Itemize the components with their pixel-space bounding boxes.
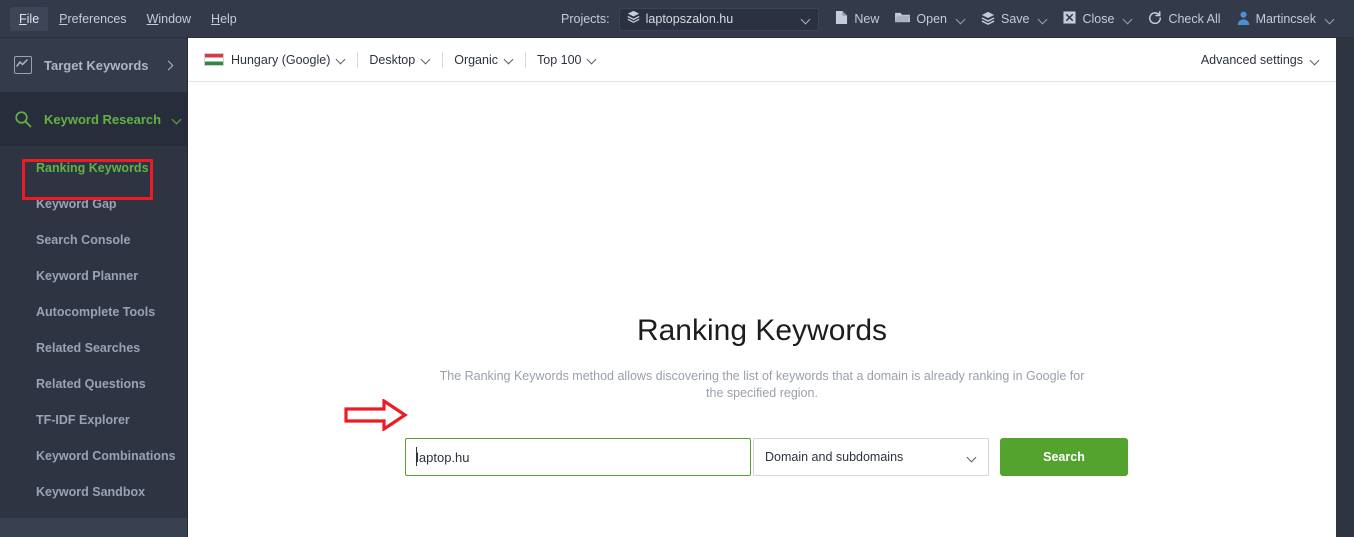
menu-items: File Preferences Window Help [0,6,246,31]
sidebar-item-search-console[interactable]: Search Console [0,222,187,258]
toolbar-save-caret[interactable] [1037,10,1055,29]
chevron-down-icon [337,55,346,64]
folder-icon [895,11,911,27]
search-button[interactable]: Search [1000,438,1128,476]
filter-device[interactable]: Desktop [358,53,442,67]
sidebar-submenu: Ranking Keywords Keyword Gap Search Cons… [0,146,187,510]
sidebar-item-keyword-planner[interactable]: Keyword Planner [0,258,187,294]
projects-label: Projects: [561,12,610,26]
toolbar-save-label: Save [1000,12,1030,26]
hungary-flag-icon [204,53,224,66]
top-toolbar: New Open Save Close Check All Martincsek [827,0,1342,38]
toolbar-check-all-label: Check All [1168,12,1221,26]
filter-device-label: Desktop [369,52,416,67]
sidebar-item-autocomplete-tools[interactable]: Autocomplete Tools [0,294,187,330]
filter-bar: Hungary (Google) Desktop Organic Top 100… [188,38,1336,82]
sidebar-bottom-section[interactable] [0,518,187,537]
menu-item-help[interactable]: Help [202,7,246,31]
toolbar-close-caret[interactable] [1122,10,1140,29]
chevron-down-icon [505,55,514,64]
user-icon [1237,11,1250,28]
menu-item-window[interactable]: Window [138,7,200,31]
toolbar-close-label: Close [1082,12,1115,26]
filter-depth-label: Top 100 [537,52,582,67]
chevron-down-icon [802,15,811,24]
stack-icon [981,11,995,28]
chevron-down-icon [968,453,977,462]
sidebar-item-tf-idf-explorer[interactable]: TF-IDF Explorer [0,402,187,438]
menu-item-file[interactable]: File [10,6,49,31]
toolbar-open-button[interactable]: Open [887,6,955,32]
projects-area: Projects: laptopszalon.hu [561,0,819,38]
menu-label-window-rest: indow [158,11,192,26]
toolbar-user-caret[interactable] [1324,10,1342,29]
chevron-right-icon [164,61,173,70]
filter-country[interactable]: Hungary (Google) [204,53,357,67]
sidebar-section-research-label: Keyword Research [44,111,162,127]
toolbar-user-button[interactable]: Martincsek [1229,6,1324,33]
domain-input-wrap [405,438,751,476]
filter-country-label: Hungary (Google) [231,52,331,67]
sidebar-section-target-label: Target Keywords [44,57,149,73]
scope-select[interactable]: Domain and subdomains [753,438,989,476]
toolbar-user-label: Martincsek [1255,12,1316,26]
scope-select-value: Domain and subdomains [765,450,904,464]
toolbar-check-all-button[interactable]: Check All [1140,6,1228,33]
filter-result-type[interactable]: Organic [443,53,525,67]
menu-bar: File Preferences Window Help Projects: l… [0,0,1354,38]
chevron-down-icon [1311,56,1320,65]
toolbar-new-label: New [854,12,880,26]
chevron-down-icon [1124,15,1133,24]
content-area: Ranking Keywords The Ranking Keywords me… [188,82,1336,537]
menu-accel-file: F [19,11,27,26]
search-icon [14,110,32,128]
chevron-down-icon [957,15,966,24]
file-icon [835,10,848,28]
main-panel: Hungary (Google) Desktop Organic Top 100… [188,38,1336,537]
application-window: File Preferences Window Help Projects: l… [0,0,1354,537]
toolbar-save-button[interactable]: Save [973,6,1038,33]
sidebar-item-keyword-sandbox[interactable]: Keyword Sandbox [0,474,187,510]
menu-accel-preferences: P [59,11,68,26]
sidebar-item-keyword-gap[interactable]: Keyword Gap [0,186,187,222]
toolbar-open-caret[interactable] [955,10,973,29]
chevron-down-icon [422,55,431,64]
page-description: The Ranking Keywords method allows disco… [439,369,1085,400]
sidebar-section-keyword-research[interactable]: Keyword Research [0,92,187,146]
refresh-icon [1148,10,1162,28]
toolbar-close-button[interactable]: Close [1055,6,1122,32]
advanced-settings-toggle[interactable]: Advanced settings [1201,38,1320,82]
sidebar: Target Keywords Keyword Research Ranking… [0,38,188,537]
menu-accel-help: H [211,11,221,26]
stack-icon [627,10,640,28]
chevron-down-icon [1326,15,1335,24]
advanced-settings-label: Advanced settings [1200,53,1303,67]
toolbar-new-button[interactable]: New [827,5,887,33]
menu-label-file-rest: ile [26,11,40,26]
filter-result-type-label: Organic [454,52,498,67]
toolbar-open-label: Open [916,12,947,26]
filter-depth[interactable]: Top 100 [526,53,608,67]
chevron-down-icon [1039,15,1048,24]
search-form: Domain and subdomains Search [405,438,1128,476]
sidebar-item-keyword-combinations[interactable]: Keyword Combinations [0,438,187,474]
chart-box-icon [14,56,32,74]
project-select-value: laptopszalon.hu [645,12,734,26]
project-select[interactable]: laptopszalon.hu [618,7,819,31]
text-cursor [416,447,417,466]
sidebar-item-related-searches[interactable]: Related Searches [0,330,187,366]
sidebar-item-ranking-keywords[interactable]: Ranking Keywords [0,150,187,186]
page-title: Ranking Keywords [636,314,888,347]
sidebar-section-target-keywords[interactable]: Target Keywords [0,38,187,92]
sidebar-item-related-questions[interactable]: Related Questions [0,366,187,402]
domain-input[interactable] [405,438,751,476]
menu-label-preferences-rest: references [67,11,127,26]
menu-item-preferences[interactable]: Preferences [50,7,135,31]
menu-accel-window: W [146,11,159,26]
chevron-down-icon [588,55,597,64]
menu-label-help-rest: elp [220,11,237,26]
close-box-icon [1063,11,1077,27]
